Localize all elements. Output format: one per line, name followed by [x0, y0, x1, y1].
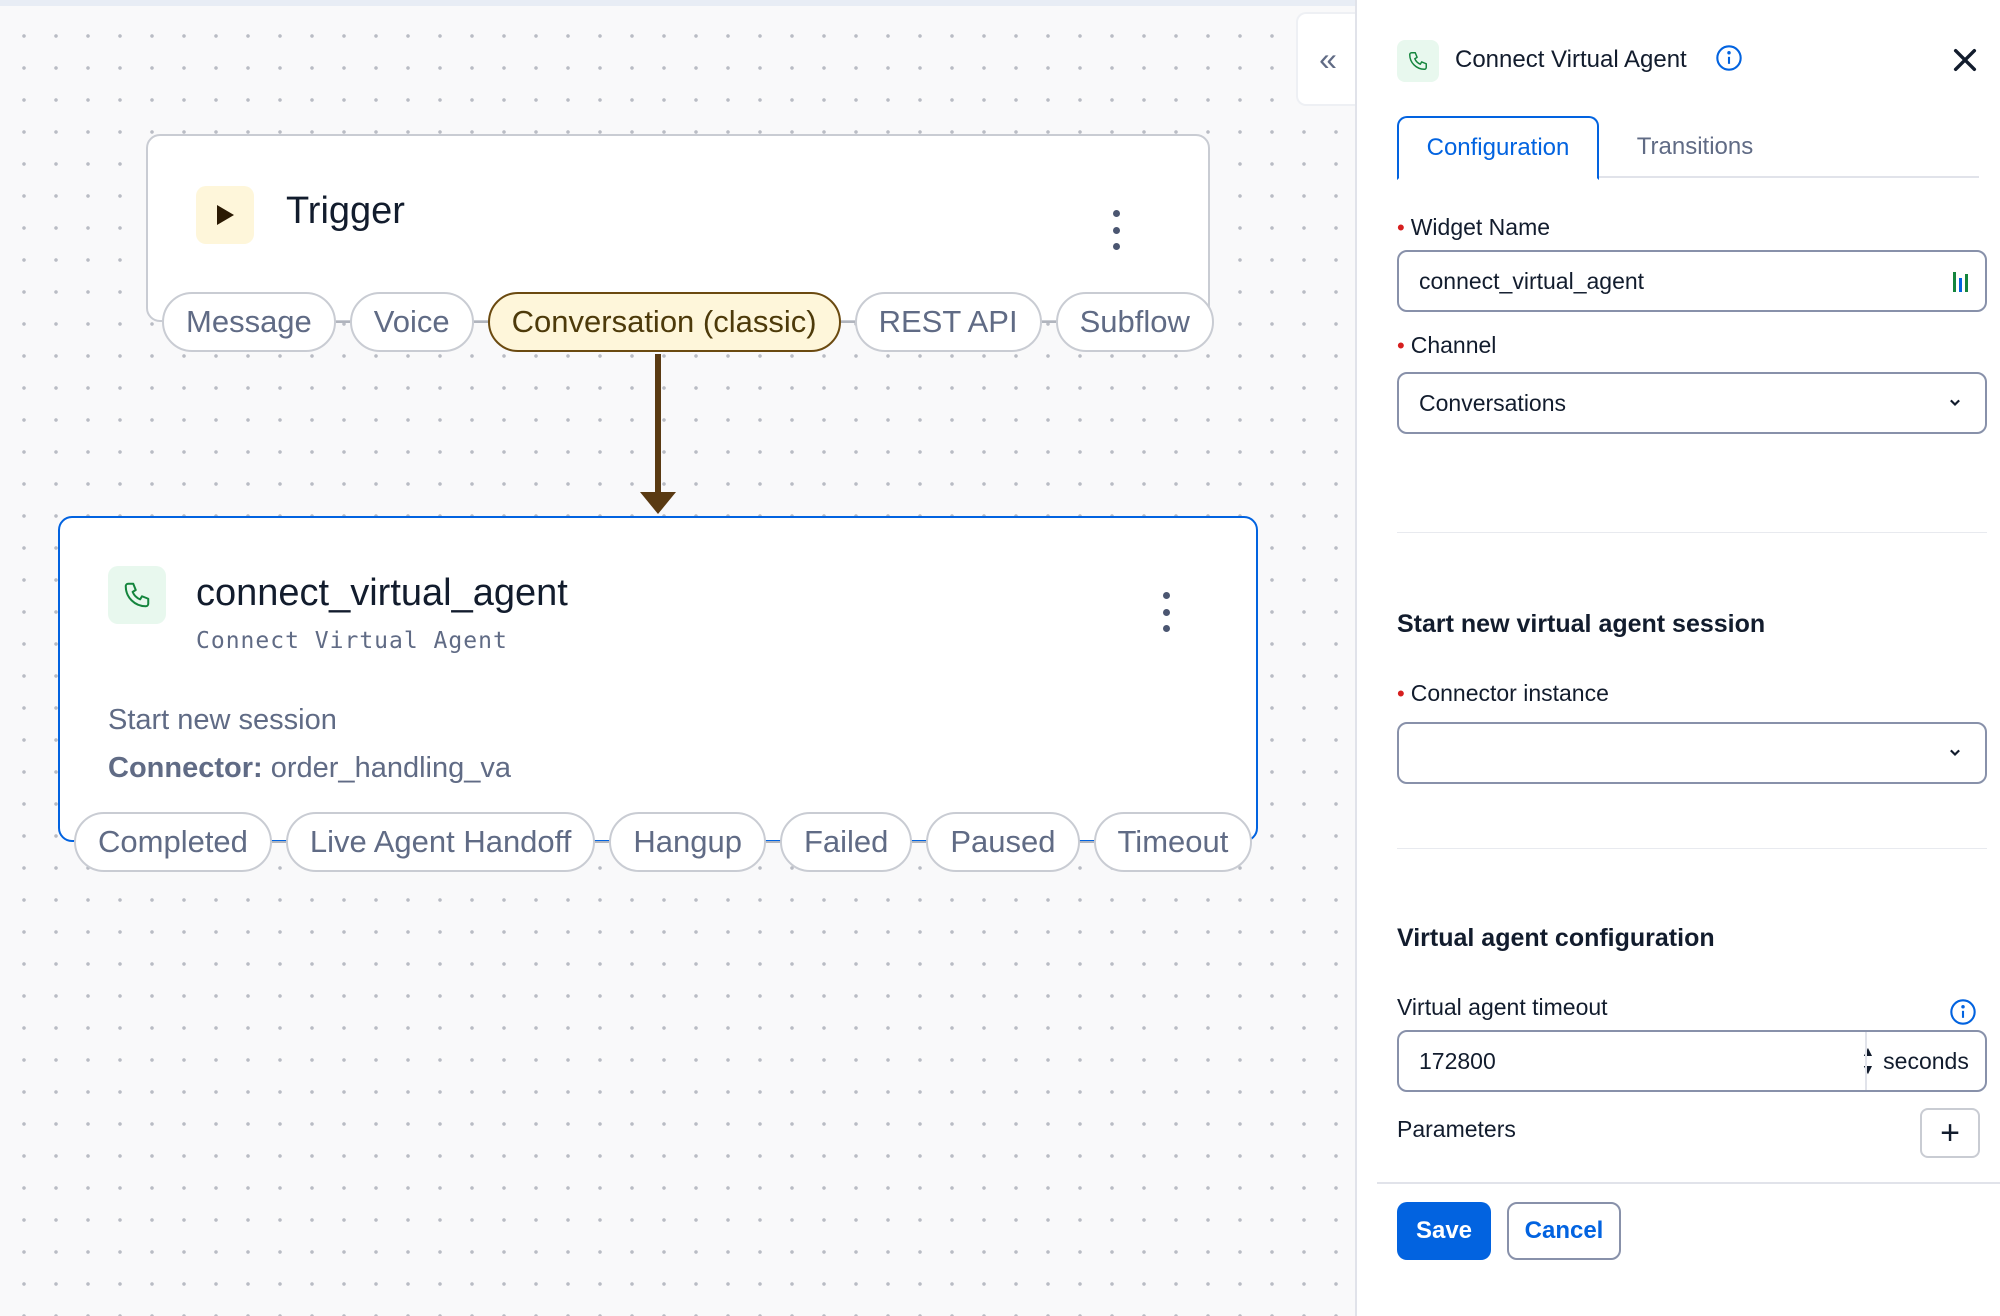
connector-value: order_handling_va — [270, 752, 511, 784]
connect-virtual-agent-node[interactable]: connect_virtual_agent Connect Virtual Ag… — [58, 516, 1258, 842]
pill-connector — [765, 841, 780, 843]
panel-tabs: Configuration Transitions — [1397, 116, 1979, 180]
timeout-input[interactable]: 172800 ▲ ▼ seconds — [1397, 1030, 1987, 1092]
info-icon[interactable] — [1715, 44, 1743, 72]
transition-failed[interactable]: Failed — [779, 812, 913, 872]
transition-hangup[interactable]: Hangup — [609, 812, 766, 872]
transition-rest-api[interactable]: REST API — [854, 292, 1042, 352]
pill-connector — [271, 841, 286, 843]
channel-label: • Channel — [1397, 332, 1497, 358]
panel-widget-icon-box — [1397, 40, 1439, 82]
pill-connector — [1041, 321, 1056, 323]
variable-picker-icon[interactable] — [1951, 270, 1969, 294]
timeout-label: Virtual agent timeout — [1397, 994, 1608, 1020]
plus-icon: + — [1940, 1113, 1960, 1152]
widget-summary-session: Start new session — [108, 704, 337, 736]
chevron-down-icon — [1950, 399, 1960, 407]
widget-summary-connector: Connector: order_handling_va — [108, 752, 511, 785]
required-marker-icon: • — [1397, 333, 1405, 358]
tab-configuration[interactable]: Configuration — [1397, 116, 1599, 180]
play-icon — [217, 205, 234, 225]
pill-connector — [840, 321, 855, 323]
cancel-button[interactable]: Cancel — [1507, 1202, 1621, 1260]
widget-transitions: Completed Live Agent Handoff Hangup Fail… — [74, 812, 1253, 872]
double-chevron-left-icon: « — [1319, 40, 1337, 77]
phone-icon — [1409, 52, 1427, 70]
tab-transitions[interactable]: Transitions — [1615, 116, 1775, 178]
transition-completed[interactable]: Completed — [74, 812, 272, 872]
transition-message[interactable]: Message — [162, 292, 336, 352]
widget-icon-box — [108, 566, 166, 624]
parameters-label: Parameters — [1397, 1116, 1516, 1142]
session-section-title: Start new virtual agent session — [1397, 610, 1766, 638]
trigger-title: Trigger — [286, 190, 405, 232]
transition-paused[interactable]: Paused — [926, 812, 1080, 872]
connection-arrow-head-icon — [640, 492, 676, 514]
transition-live-agent-handoff[interactable]: Live Agent Handoff — [285, 812, 596, 872]
trigger-icon-box — [196, 186, 254, 244]
widget-config-panel: Connect Virtual Agent Configuration Tran… — [1355, 0, 2000, 1316]
widget-node-type: Connect Virtual Agent — [196, 628, 508, 654]
connector-label: Connector: — [108, 752, 263, 784]
transition-conversation-classic[interactable]: Conversation (classic) — [487, 292, 841, 352]
chevron-down-icon — [1950, 749, 1960, 757]
collapse-panel-button[interactable]: « — [1296, 12, 1358, 106]
connector-instance-label: • Connector instance — [1397, 680, 1609, 706]
transition-voice[interactable]: Voice — [349, 292, 474, 352]
config-section-title: Virtual agent configuration — [1397, 924, 1715, 952]
trigger-transitions: Message Voice Conversation (classic) RES… — [162, 292, 1214, 352]
close-icon[interactable] — [1949, 44, 1981, 76]
timeout-value: 172800 — [1419, 1048, 1496, 1074]
timeout-unit: seconds — [1865, 1032, 1985, 1090]
footer-divider — [1377, 1182, 2000, 1184]
pill-connector — [1079, 841, 1094, 843]
channel-value: Conversations — [1419, 389, 1567, 416]
add-parameter-button[interactable]: + — [1920, 1108, 1980, 1158]
pill-connector — [912, 841, 927, 843]
widget-name-value: connect_virtual_agent — [1419, 267, 1645, 294]
widget-name-input[interactable]: connect_virtual_agent — [1397, 250, 1987, 312]
panel-title: Connect Virtual Agent — [1455, 46, 1687, 73]
section-divider — [1397, 532, 1987, 533]
timeout-info-icon[interactable] — [1949, 998, 1977, 1026]
section-divider — [1397, 848, 1987, 849]
connector-instance-select[interactable] — [1397, 722, 1987, 784]
save-button[interactable]: Save — [1397, 1202, 1491, 1260]
pill-connector — [335, 321, 350, 323]
trigger-more-options-icon[interactable] — [1106, 206, 1126, 254]
required-marker-icon: • — [1397, 681, 1405, 706]
pill-connector — [473, 321, 488, 323]
widget-more-options-icon[interactable] — [1156, 588, 1176, 636]
connection-arrow-line[interactable] — [655, 354, 661, 500]
transition-subflow[interactable]: Subflow — [1055, 292, 1214, 352]
phone-icon — [124, 582, 150, 608]
pill-connector — [595, 841, 610, 843]
widget-node-title: connect_virtual_agent — [196, 572, 568, 614]
channel-select[interactable]: Conversations — [1397, 372, 1987, 434]
required-marker-icon: • — [1397, 215, 1405, 240]
transition-timeout[interactable]: Timeout — [1093, 812, 1253, 872]
widget-name-label: • Widget Name — [1397, 214, 1551, 240]
flow-canvas[interactable]: Trigger Message Voice Conversation (clas… — [0, 0, 1355, 1316]
